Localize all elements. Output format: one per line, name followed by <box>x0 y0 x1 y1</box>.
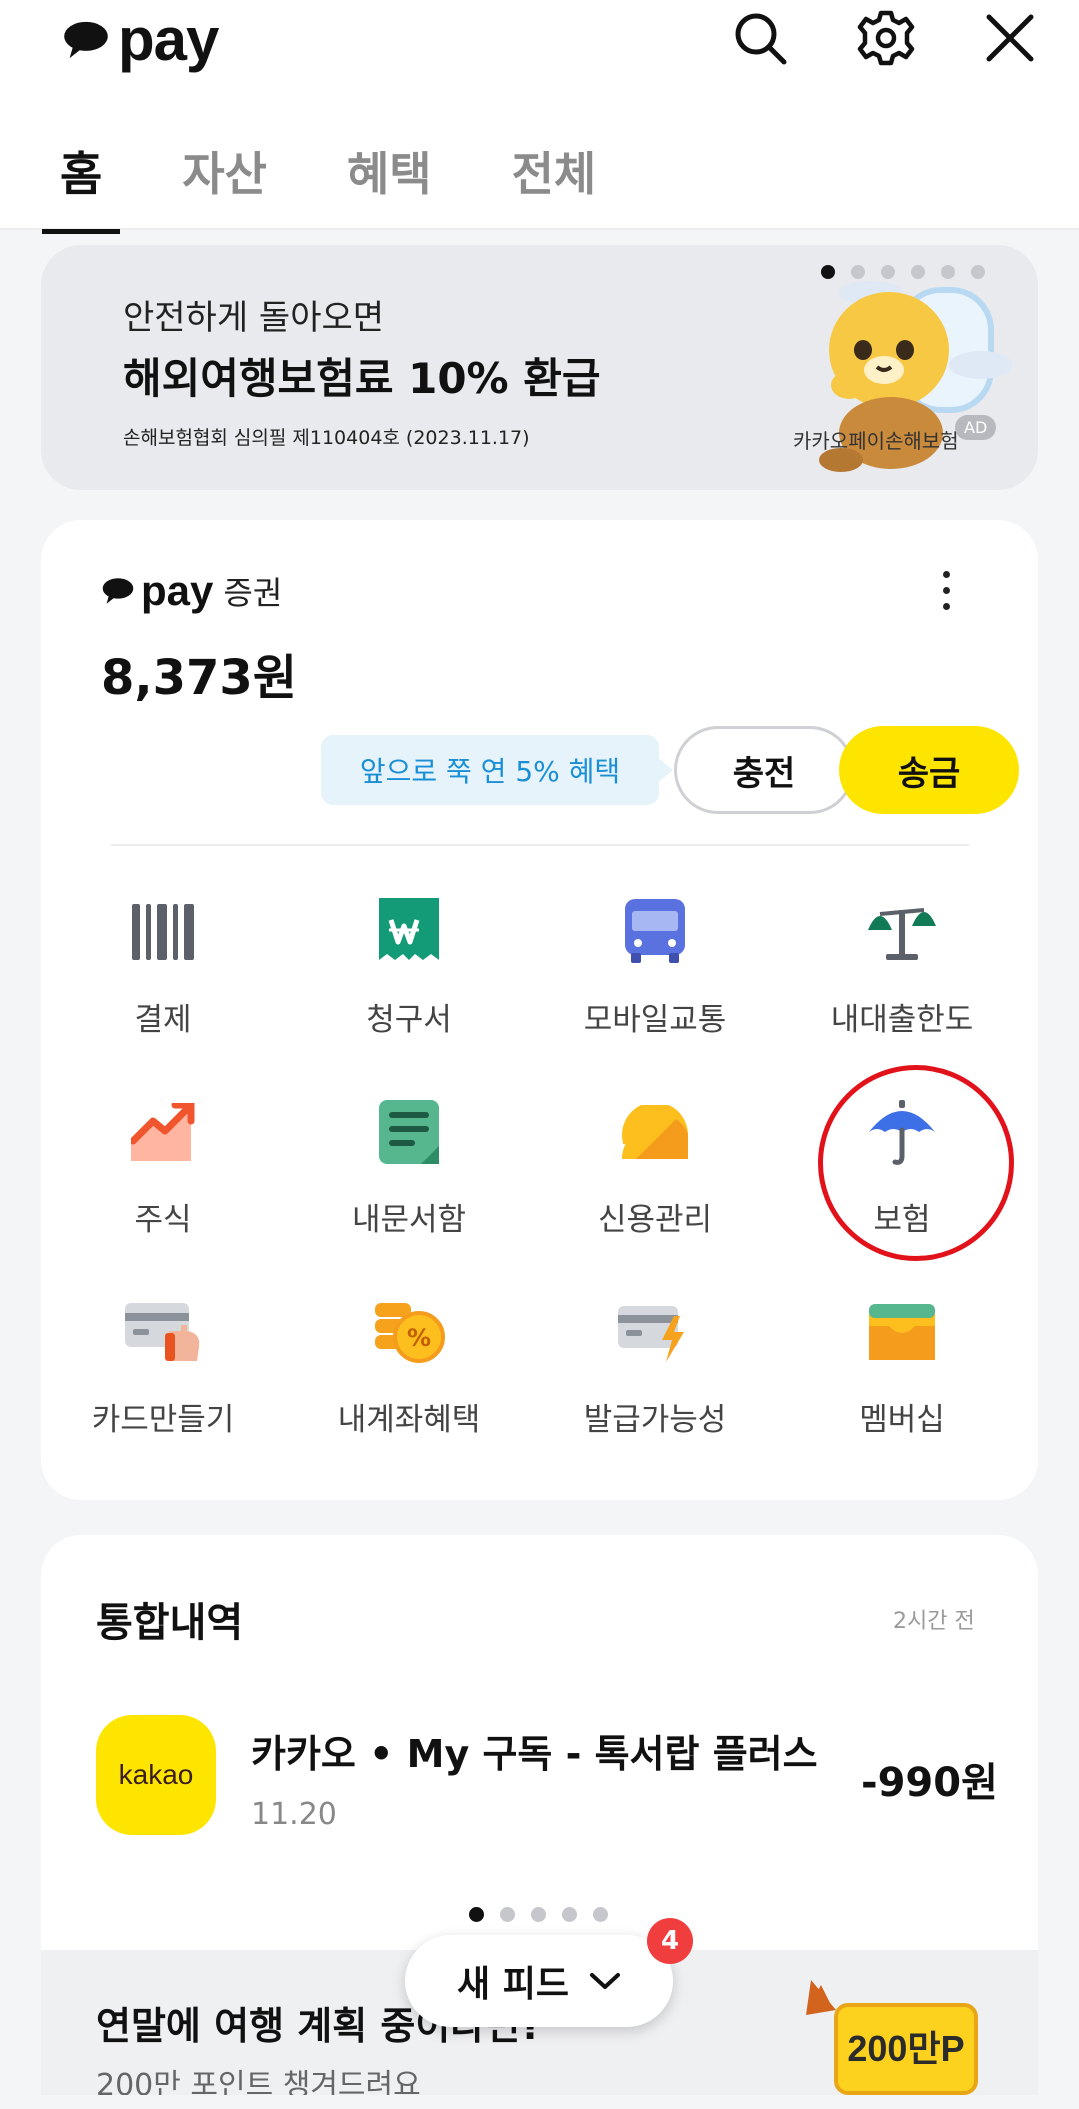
banner-subtitle: 안전하게 돌아오면 <box>123 298 385 338</box>
pay-securities-card: pay 증권 8,373원 앞으로 쭉 연 5% 혜택 충전 송금 결제 청구서… <box>41 520 1038 1500</box>
document-icon <box>367 1090 451 1174</box>
menu-item-credit[interactable]: 신용관리 <box>530 1090 780 1240</box>
pagination-dot <box>562 1907 577 1922</box>
menu-item-documents[interactable]: 내문서함 <box>284 1090 534 1240</box>
coin-percent-icon: % <box>367 1290 451 1374</box>
speech-bubble-icon <box>102 578 134 604</box>
send-money-button[interactable]: 송금 <box>839 726 1019 814</box>
pagination-dot <box>911 265 925 279</box>
menu-item-issuance[interactable]: 발급가능성 <box>530 1290 780 1440</box>
credit-gauge-icon <box>613 1090 697 1174</box>
bill-icon <box>367 890 451 974</box>
card-hand-icon <box>121 1290 205 1374</box>
menu-item-stocks[interactable]: 주식 <box>38 1090 288 1240</box>
search-icon[interactable] <box>730 8 790 68</box>
balance-amount[interactable]: 8,373원 <box>101 638 297 708</box>
new-feed-count-badge: 4 <box>647 1918 693 1964</box>
history-title[interactable]: 통합내역 <box>96 1590 243 1648</box>
menu-item-loan-limit[interactable]: 내대출한도 <box>777 890 1027 1040</box>
securities-label: 증권 <box>223 574 283 612</box>
card-bolt-icon <box>613 1290 697 1374</box>
wallet-icon <box>860 1290 944 1374</box>
feed-promo-subtitle: 200만 포인트 챙겨드려요 <box>96 2068 421 2095</box>
tab-benefits[interactable]: 혜택 <box>329 130 450 234</box>
pagination-dot <box>469 1907 484 1922</box>
new-feed-label: 새 피드 <box>457 1964 569 2005</box>
stock-chart-icon <box>121 1090 205 1174</box>
banner-title: 해외여행보험료 10% 환급 <box>123 354 601 403</box>
history-updated-time: 2시간 전 <box>893 1609 975 1634</box>
charge-button[interactable]: 충전 <box>674 726 854 814</box>
gear-icon[interactable] <box>856 8 916 68</box>
kakaopay-logo: pay <box>60 6 219 73</box>
transaction-name[interactable]: 카카오 • My 구독 - 톡서랍 플러스 <box>251 1723 818 1778</box>
brand-wordmark: pay <box>118 6 219 73</box>
menu-item-payment[interactable]: 결제 <box>38 890 288 1040</box>
transaction-date: 11.20 <box>251 1797 337 1832</box>
pay-securities-brand[interactable]: pay 증권 <box>101 568 282 614</box>
bus-icon <box>613 890 697 974</box>
svg-text:%: % <box>407 1324 431 1352</box>
menu-item-label: 모바일교통 <box>583 1002 727 1038</box>
speech-bubble-icon <box>64 21 108 59</box>
point-label: 200만P <box>847 2028 964 2069</box>
menu-item-label: 내계좌혜택 <box>337 1402 481 1438</box>
scale-icon <box>860 890 944 974</box>
close-icon[interactable] <box>980 8 1040 68</box>
chevron-down-icon <box>589 1973 620 1989</box>
menu-item-bills[interactable]: 청구서 <box>284 890 534 1040</box>
annotation-circle <box>818 1065 1014 1261</box>
tab-bar: 홈 자산 혜택 전체 <box>42 130 658 234</box>
menu-item-mobile-transit[interactable]: 모바일교통 <box>530 890 780 1040</box>
pagination-dot <box>941 265 955 279</box>
menu-item-label: 카드만들기 <box>91 1402 235 1438</box>
menu-item-label: 결제 <box>134 1002 192 1038</box>
pay-wordmark: pay <box>141 567 214 614</box>
interest-promo-tooltip: 앞으로 쭉 연 5% 혜택 <box>321 735 673 805</box>
divider <box>111 844 969 846</box>
menu-item-label: 내문서함 <box>351 1202 467 1238</box>
pagination-dot <box>881 265 895 279</box>
menu-item-label: 내대출한도 <box>830 1002 974 1038</box>
merchant-logo: kakao <box>96 1715 216 1835</box>
banner-fine-print: 손해보험협회 심의필 제110404호 (2023.11.17) <box>123 427 530 449</box>
pagination-dot <box>971 265 985 279</box>
menu-item-membership[interactable]: 멤버십 <box>777 1290 1027 1440</box>
menu-item-make-card[interactable]: 카드만들기 <box>38 1290 288 1440</box>
transaction-amount: -990원 <box>861 1760 998 1806</box>
insurance-ad-banner[interactable]: 안전하게 돌아오면 해외여행보험료 10% 환급 손해보험협회 심의필 제110… <box>41 245 1038 490</box>
barcode-icon <box>121 890 205 974</box>
ad-badge: AD <box>955 415 997 440</box>
pagination-dot <box>851 265 865 279</box>
banner-pagination <box>821 265 985 279</box>
menu-item-account-benefits[interactable]: % 내계좌혜택 <box>284 1290 534 1440</box>
menu-item-label: 멤버십 <box>859 1402 945 1438</box>
pagination-dot <box>821 265 835 279</box>
menu-item-label: 신용관리 <box>597 1202 713 1238</box>
app-header: pay 홈 자산 혜택 전체 <box>0 0 1079 234</box>
menu-item-label: 청구서 <box>366 1002 452 1038</box>
point-coupon-illustration: 200만P <box>806 1980 978 2095</box>
banner-advertiser: 카카오페이손해보험 <box>793 429 959 453</box>
pagination-dot <box>500 1907 515 1922</box>
menu-item-label: 발급가능성 <box>583 1402 727 1438</box>
tab-all[interactable]: 전체 <box>494 130 615 234</box>
new-feed-button[interactable]: 새 피드 <box>405 1935 673 2027</box>
pagination-dot <box>531 1907 546 1922</box>
more-options-icon[interactable] <box>931 565 961 615</box>
history-pagination <box>469 1907 608 1922</box>
pagination-dot <box>593 1907 608 1922</box>
tab-assets[interactable]: 자산 <box>164 130 285 234</box>
menu-item-label: 주식 <box>134 1202 192 1238</box>
tab-home[interactable]: 홈 <box>42 130 121 234</box>
